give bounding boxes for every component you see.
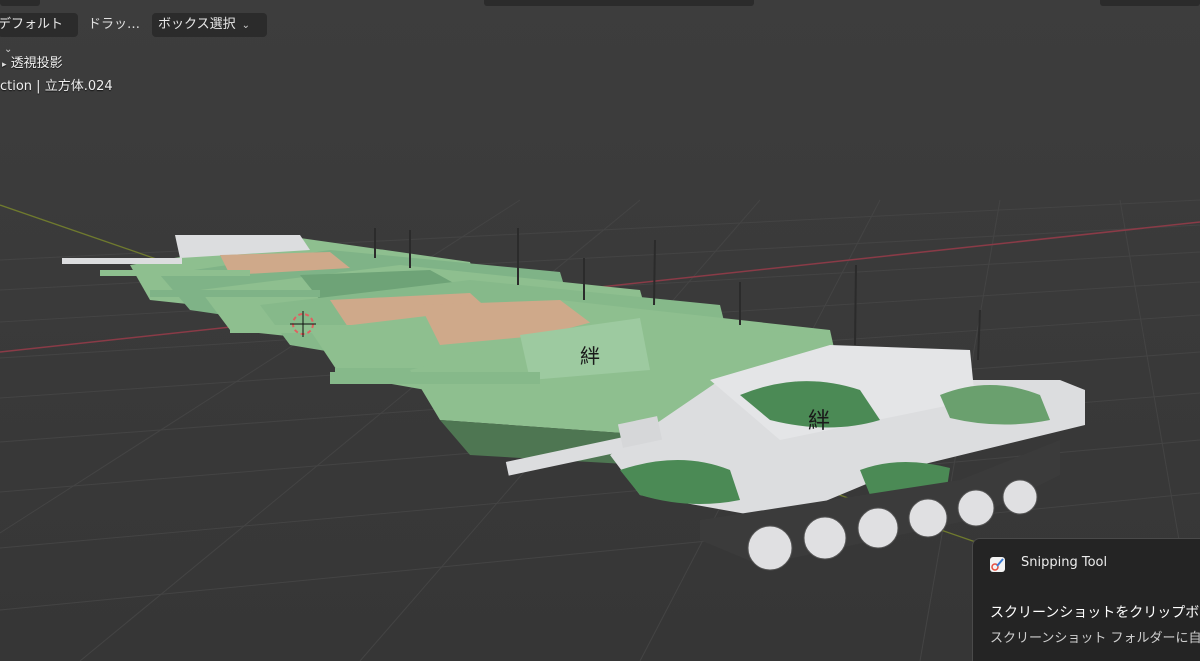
notification-title: スクリーンショットをクリップボード bbox=[990, 605, 1200, 621]
notification-body: スクリーンショット フォルダーに自 bbox=[990, 631, 1200, 646]
snipping-tool-icon bbox=[990, 557, 1005, 572]
active-object-label: ction | 立方体.024 bbox=[0, 79, 113, 94]
projection-label: ▸ 透視投影 bbox=[2, 56, 63, 71]
chevron-down-icon: ⌄ bbox=[241, 20, 251, 31]
select-mode-dropdown[interactable]: ボックス選択 ⌄ bbox=[152, 13, 267, 37]
header-stub-right bbox=[1100, 0, 1200, 6]
turret-text-winter: 絆 bbox=[808, 409, 830, 434]
turret-text-green: 絆 bbox=[580, 344, 600, 368]
notification-app-name: Snipping Tool bbox=[1021, 555, 1108, 570]
select-mode-label: ボックス選択 bbox=[158, 17, 236, 32]
drag-label: ドラッ… bbox=[88, 17, 141, 32]
snipping-tool-notification[interactable]: Snipping Tool スクリーンショットをクリップボード スクリーンショッ… bbox=[972, 538, 1200, 661]
arrow-icon: ▸ bbox=[2, 60, 7, 70]
header-stub-left bbox=[0, 0, 40, 6]
header-stub-mid bbox=[484, 0, 754, 6]
shading-mode-dropdown[interactable]: デフォルト⌄ bbox=[0, 13, 78, 55]
shading-mode-label: デフォルト bbox=[0, 17, 64, 32]
